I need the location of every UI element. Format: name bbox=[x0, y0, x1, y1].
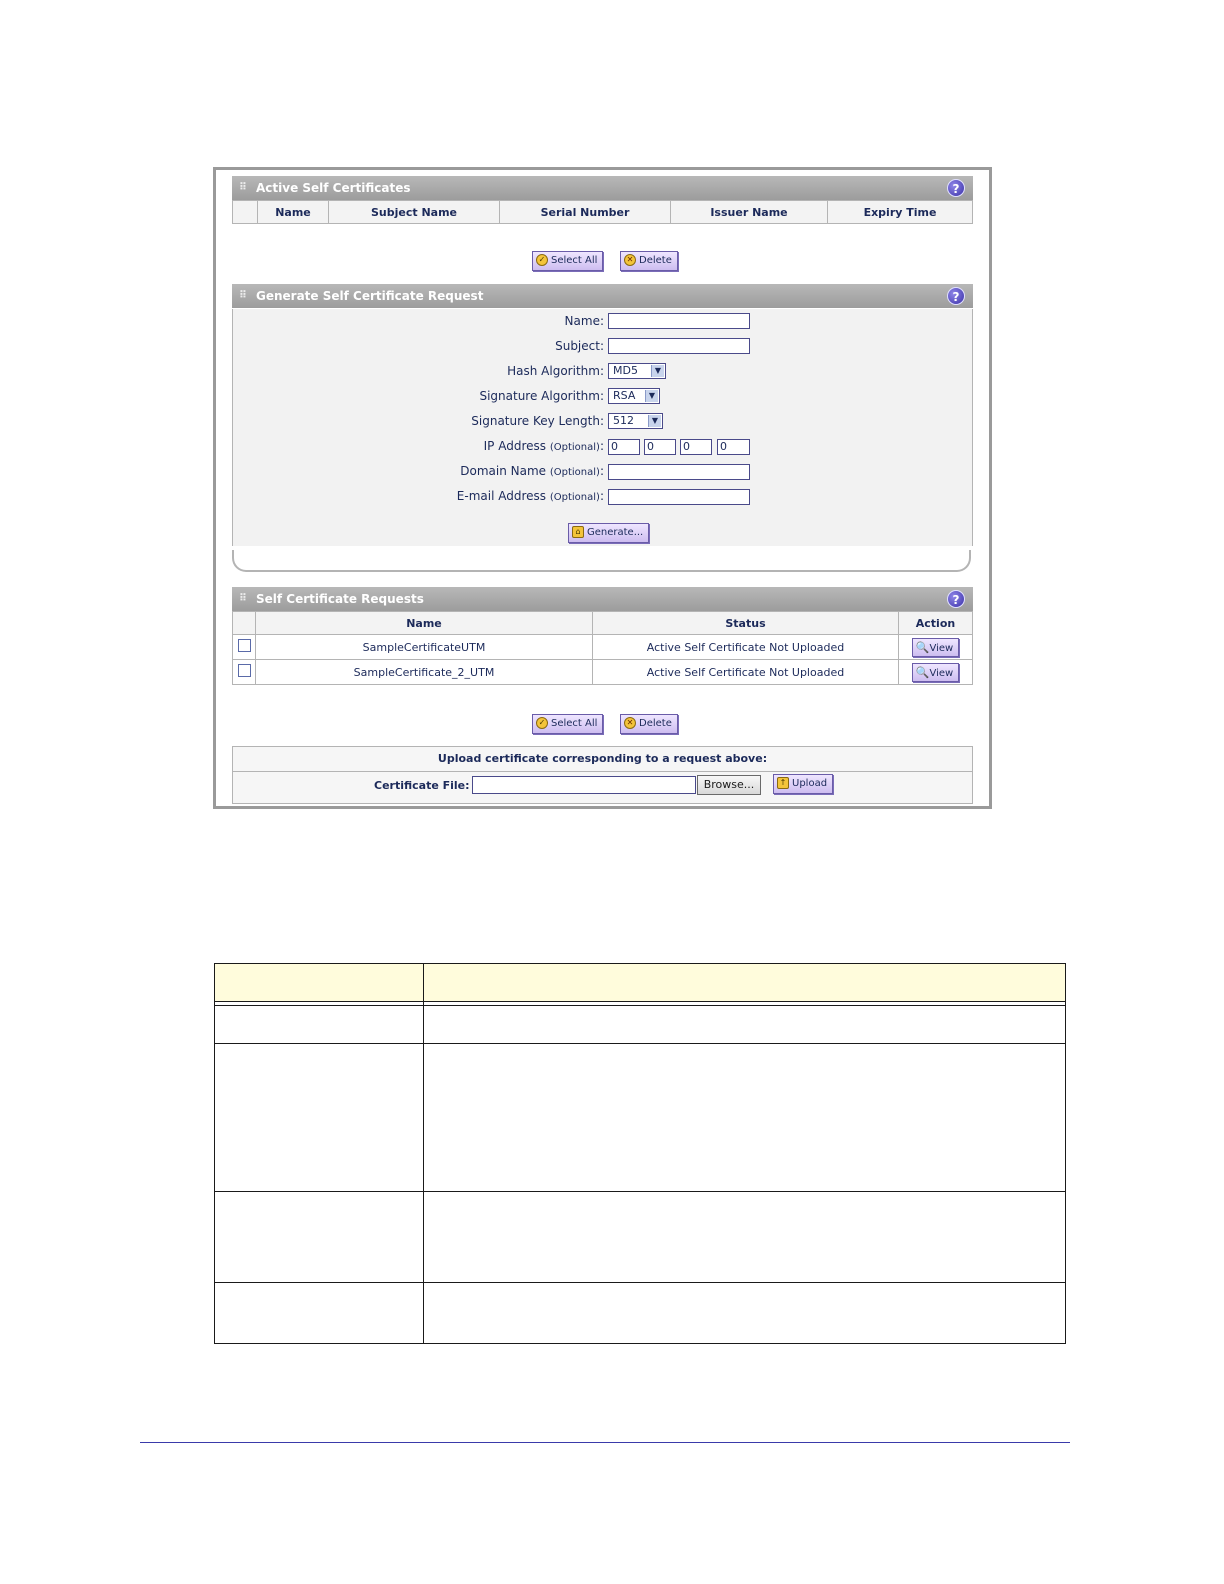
screenshot-frame: ⠿ Active Self Certificates ? Name Subjec… bbox=[213, 167, 992, 809]
certificate-file-input[interactable] bbox=[472, 776, 696, 794]
chevron-down-icon: ▼ bbox=[648, 415, 661, 427]
name-input[interactable] bbox=[608, 313, 750, 329]
hash-algorithm-label: Hash Algorithm: bbox=[507, 364, 604, 378]
grip-icon: ⠿ bbox=[239, 290, 247, 301]
grip-icon: ⠿ bbox=[239, 182, 247, 193]
domain-name-input[interactable] bbox=[608, 464, 750, 480]
delete-icon: ✕ bbox=[624, 717, 636, 729]
help-icon[interactable]: ? bbox=[947, 590, 965, 608]
domain-name-label: Domain Name (Optional): bbox=[460, 464, 604, 478]
doc-cell bbox=[214, 1005, 424, 1044]
upload-button[interactable]: ↑ Upload bbox=[773, 774, 834, 794]
checkbox-column-header bbox=[232, 611, 256, 635]
checkmark-icon: ✓ bbox=[536, 254, 548, 266]
column-header-name: Name bbox=[255, 611, 593, 635]
upload-heading: Upload certificate corresponding to a re… bbox=[233, 747, 972, 772]
request-name: SampleCertificate_2_UTM bbox=[255, 659, 593, 685]
email-address-label: E-mail Address (Optional): bbox=[456, 489, 604, 503]
generate-request-title: Generate Self Certificate Request bbox=[256, 289, 484, 303]
ip-octet-2-input[interactable]: 0 bbox=[644, 439, 676, 455]
certificate-file-label: Certificate File: bbox=[374, 779, 470, 792]
upload-icon: ↑ bbox=[777, 777, 789, 789]
requests-title: Self Certificate Requests bbox=[256, 592, 424, 606]
request-status: Active Self Certificate Not Uploaded bbox=[592, 634, 899, 660]
browse-button[interactable]: Browse... bbox=[697, 775, 761, 795]
delete-icon: ✕ bbox=[624, 254, 636, 266]
panel-bottom-edge bbox=[232, 550, 971, 572]
view-button[interactable]: 🔍View bbox=[911, 662, 960, 682]
action-cell: 🔍View bbox=[898, 634, 973, 660]
doc-header-cell bbox=[214, 963, 424, 1002]
magnifier-icon: 🔍 bbox=[915, 640, 930, 654]
doc-cell bbox=[423, 1005, 1066, 1044]
column-header-subject-name: Subject Name bbox=[328, 200, 500, 224]
request-name: SampleCertificateUTM bbox=[255, 634, 593, 660]
active-certificates-title: Active Self Certificates bbox=[256, 181, 411, 195]
column-header-name: Name bbox=[257, 200, 329, 224]
email-address-input[interactable] bbox=[608, 489, 750, 505]
doc-header-cell bbox=[423, 963, 1066, 1002]
select-all-button[interactable]: ✓ Select All bbox=[532, 714, 604, 734]
upload-section: Upload certificate corresponding to a re… bbox=[232, 746, 973, 804]
doc-cell bbox=[423, 1282, 1066, 1344]
help-icon[interactable]: ? bbox=[947, 287, 965, 305]
signature-key-length-select[interactable]: 512 ▼ bbox=[608, 413, 663, 429]
checkbox-column-header bbox=[232, 200, 258, 224]
signature-algorithm-label: Signature Algorithm: bbox=[479, 389, 604, 403]
generate-request-form: Name: Subject: Hash Algorithm: MD5 ▼ Sig… bbox=[232, 309, 973, 546]
requests-header: ⠿ Self Certificate Requests ? bbox=[232, 587, 973, 611]
row-checkbox[interactable] bbox=[237, 664, 251, 677]
table-row: SampleCertificateUTM Active Self Certifi… bbox=[232, 634, 973, 660]
select-all-button[interactable]: ✓ Select All bbox=[532, 251, 604, 271]
table-row: SampleCertificate_2_UTM Active Self Cert… bbox=[232, 659, 973, 685]
magnifier-icon: 🔍 bbox=[915, 665, 930, 679]
ip-address-label: IP Address (Optional): bbox=[483, 439, 604, 453]
hash-algorithm-select[interactable]: MD5 ▼ bbox=[608, 363, 666, 379]
generate-request-header: ⠿ Generate Self Certificate Request ? bbox=[232, 284, 973, 308]
ip-octet-1-input[interactable]: 0 bbox=[608, 439, 640, 455]
subject-input[interactable] bbox=[608, 338, 750, 354]
doc-cell bbox=[214, 1282, 424, 1344]
delete-button[interactable]: ✕ Delete bbox=[620, 714, 678, 734]
column-header-serial-number: Serial Number bbox=[499, 200, 671, 224]
active-certificates-table: Name Subject Name Serial Number Issuer N… bbox=[232, 200, 973, 224]
signature-algorithm-select[interactable]: RSA ▼ bbox=[608, 388, 660, 404]
column-header-action: Action bbox=[898, 611, 973, 635]
doc-header-row bbox=[214, 963, 1066, 1002]
doc-cell bbox=[214, 1043, 424, 1192]
action-cell: 🔍View bbox=[898, 659, 973, 685]
chevron-down-icon: ▼ bbox=[651, 365, 664, 377]
request-status: Active Self Certificate Not Uploaded bbox=[592, 659, 899, 685]
ip-octet-3-input[interactable]: 0 bbox=[680, 439, 712, 455]
subject-label: Subject: bbox=[555, 339, 604, 353]
doc-row bbox=[214, 1282, 1066, 1344]
signature-key-length-label: Signature Key Length: bbox=[471, 414, 604, 428]
generate-button[interactable]: ⌂ Generate... bbox=[568, 523, 650, 543]
grip-icon: ⠿ bbox=[239, 593, 247, 604]
column-header-expiry-time: Expiry Time bbox=[827, 200, 973, 224]
row-checkbox-cell bbox=[232, 659, 256, 685]
doc-row bbox=[214, 1005, 1066, 1044]
doc-row bbox=[214, 1191, 1066, 1283]
row-checkbox-cell bbox=[232, 634, 256, 660]
column-header-issuer-name: Issuer Name bbox=[670, 200, 828, 224]
doc-row bbox=[214, 1043, 1066, 1192]
name-label: Name: bbox=[564, 314, 604, 328]
delete-button[interactable]: ✕ Delete bbox=[620, 251, 678, 271]
checkmark-icon: ✓ bbox=[536, 717, 548, 729]
help-icon[interactable]: ? bbox=[947, 179, 965, 197]
row-checkbox[interactable] bbox=[237, 639, 251, 652]
footer-rule bbox=[140, 1442, 1070, 1443]
active-certificates-header: ⠿ Active Self Certificates ? bbox=[232, 176, 973, 200]
requests-table: Name Status Action SampleCertificateUTM … bbox=[232, 611, 973, 685]
view-button[interactable]: 🔍View bbox=[911, 637, 960, 657]
lock-icon: ⌂ bbox=[572, 526, 584, 538]
column-header-status: Status bbox=[592, 611, 899, 635]
ip-octet-4-input[interactable]: 0 bbox=[717, 439, 750, 455]
chevron-down-icon: ▼ bbox=[645, 390, 658, 402]
doc-cell bbox=[423, 1191, 1066, 1283]
doc-cell bbox=[423, 1043, 1066, 1192]
doc-cell bbox=[214, 1191, 424, 1283]
document-table bbox=[214, 963, 1066, 1344]
